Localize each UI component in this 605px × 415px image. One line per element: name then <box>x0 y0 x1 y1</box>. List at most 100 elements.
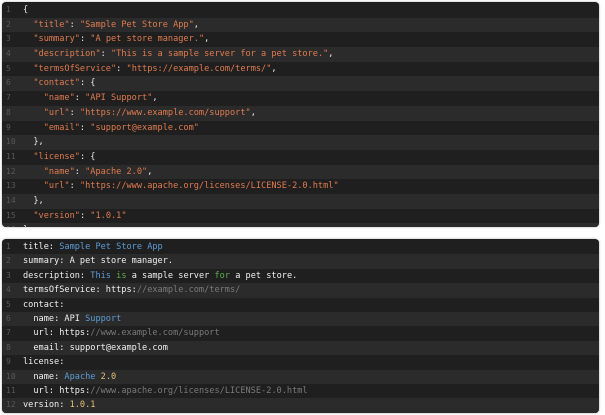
token: : https: <box>95 285 137 296</box>
token: "API Support" <box>85 93 153 104</box>
yaml-code-block: 1 title: Sample Pet Store App 2 summary: A … <box>2 239 599 413</box>
token: "Apache 2.0" <box>85 166 148 177</box>
token: , <box>271 63 277 74</box>
token: , <box>250 107 256 118</box>
line-number: 7 <box>6 328 11 338</box>
code-text: } <box>23 223 599 227</box>
line-number: 15 <box>6 210 16 220</box>
code-text: description: This is a sample server for… <box>23 269 599 283</box>
token: Sample Pet Store App <box>59 242 163 252</box>
code-text: }, <box>23 194 599 209</box>
code-text: title: Sample Pet Store App <box>23 240 599 254</box>
yaml-line-4: 4 termsOfService: https://example.com/ter… <box>2 283 599 298</box>
token: contact <box>23 299 60 310</box>
json-code-block: 1{2 "title": "Sample Pet Store App", 3 "s… <box>2 2 599 227</box>
code-text: "title": "Sample Pet Store App", <box>23 18 599 33</box>
json-line-9: 9 "email": "support@example.com" <box>2 120 599 136</box>
yaml-line-12: 12 version: 1.0.1 <box>2 398 599 413</box>
token: : A pet store manager. <box>59 256 174 267</box>
json-line-10: 10 }, <box>2 135 599 150</box>
token: "Sample Pet Store App" <box>79 19 194 30</box>
token: : { <box>79 151 96 162</box>
token: { <box>23 5 29 15</box>
line-number: 5 <box>6 299 11 309</box>
line-number: 16 <box>2 223 23 227</box>
json-line-14: 14 }, <box>2 193 599 209</box>
code-text: version: 1.0.1 <box>23 398 599 412</box>
token: : <box>100 49 111 60</box>
json-line-4: 4 "description": "This is a sample serve… <box>2 47 599 62</box>
json-line-13: 13 "url": "https://www.apache.org/licens… <box>2 179 599 194</box>
json-line-8: 8 "url": "https://www.example.com/suppor… <box>2 105 599 121</box>
token: , <box>193 19 199 30</box>
yaml-line-7: 7 url: https://www.example.com/support <box>2 326 599 341</box>
token: : <box>74 166 86 177</box>
json-line-1: 1{ <box>2 3 599 18</box>
token: "url" <box>43 181 70 192</box>
token: //www.example.com/support <box>90 328 220 339</box>
token: url <box>33 328 49 339</box>
code-text: "name": "Apache 2.0", <box>23 165 599 180</box>
token: : { <box>79 78 96 89</box>
code-text: license: <box>23 355 599 369</box>
yaml-line-6: 6 name: API Support <box>2 311 599 327</box>
line-number: 9 <box>6 357 11 367</box>
token: "This is a sample server for a pet store… <box>110 49 329 60</box>
code-text: name: Apache 2.0 <box>23 370 599 384</box>
token: : support@example.com <box>59 342 168 353</box>
token: Support <box>85 313 122 324</box>
token: for <box>214 270 231 281</box>
line-number: 13 <box>6 181 16 191</box>
token: "license" <box>33 151 80 162</box>
code-text: termsOfService: https://example.com/term… <box>23 283 599 297</box>
token: title <box>23 242 49 252</box>
token: , <box>204 34 210 45</box>
token: "description" <box>33 49 101 60</box>
line-number: 11 <box>6 151 16 161</box>
line-number: 6 <box>6 313 11 323</box>
code-text: "url": "https://www.example.com/support"… <box>23 106 599 121</box>
token: : API <box>54 313 86 324</box>
code-text: summary: A pet store manager. <box>23 254 599 268</box>
token: "url" <box>43 107 70 118</box>
token: "1.0.1" <box>90 210 127 221</box>
token: termsOfService <box>23 285 96 296</box>
yaml-line-10: 10 name: Apache 2.0 <box>2 369 599 384</box>
token: : <box>59 299 65 310</box>
code-text: }, <box>23 135 599 150</box>
line-number: 2 <box>6 256 11 266</box>
token: name <box>33 313 55 324</box>
token: "email" <box>43 122 80 133</box>
line-number: 12 <box>6 400 16 410</box>
token: : <box>79 122 91 133</box>
line-number: 10 <box>6 137 16 147</box>
token: : <box>54 371 65 382</box>
line-number: 3 <box>6 270 11 280</box>
code-text: "contact": { <box>23 76 599 91</box>
token: : <box>59 400 70 411</box>
code-text: "description": "This is a sample server … <box>23 47 599 62</box>
token: "summary" <box>33 34 80 45</box>
line-number: 6 <box>6 78 11 88</box>
line-number: 14 <box>6 195 16 205</box>
json-line-2: 2 "title": "Sample Pet Store App", <box>2 17 599 33</box>
line-number: 9 <box>6 122 11 132</box>
line-number: 3 <box>6 34 11 44</box>
token: //www.apache.org/licenses/LICENSE-2.0.ht… <box>90 385 308 396</box>
json-line-12: 12 "name": "Apache 2.0", <box>2 164 599 180</box>
json-line-11: 11 "license": { <box>2 149 599 165</box>
code-text: email: support@example.com <box>23 341 599 355</box>
token: : https: <box>48 328 91 339</box>
line-number: 1 <box>6 5 11 14</box>
token: "name" <box>43 93 75 104</box>
token: "https://example.com/terms/" <box>126 63 272 74</box>
